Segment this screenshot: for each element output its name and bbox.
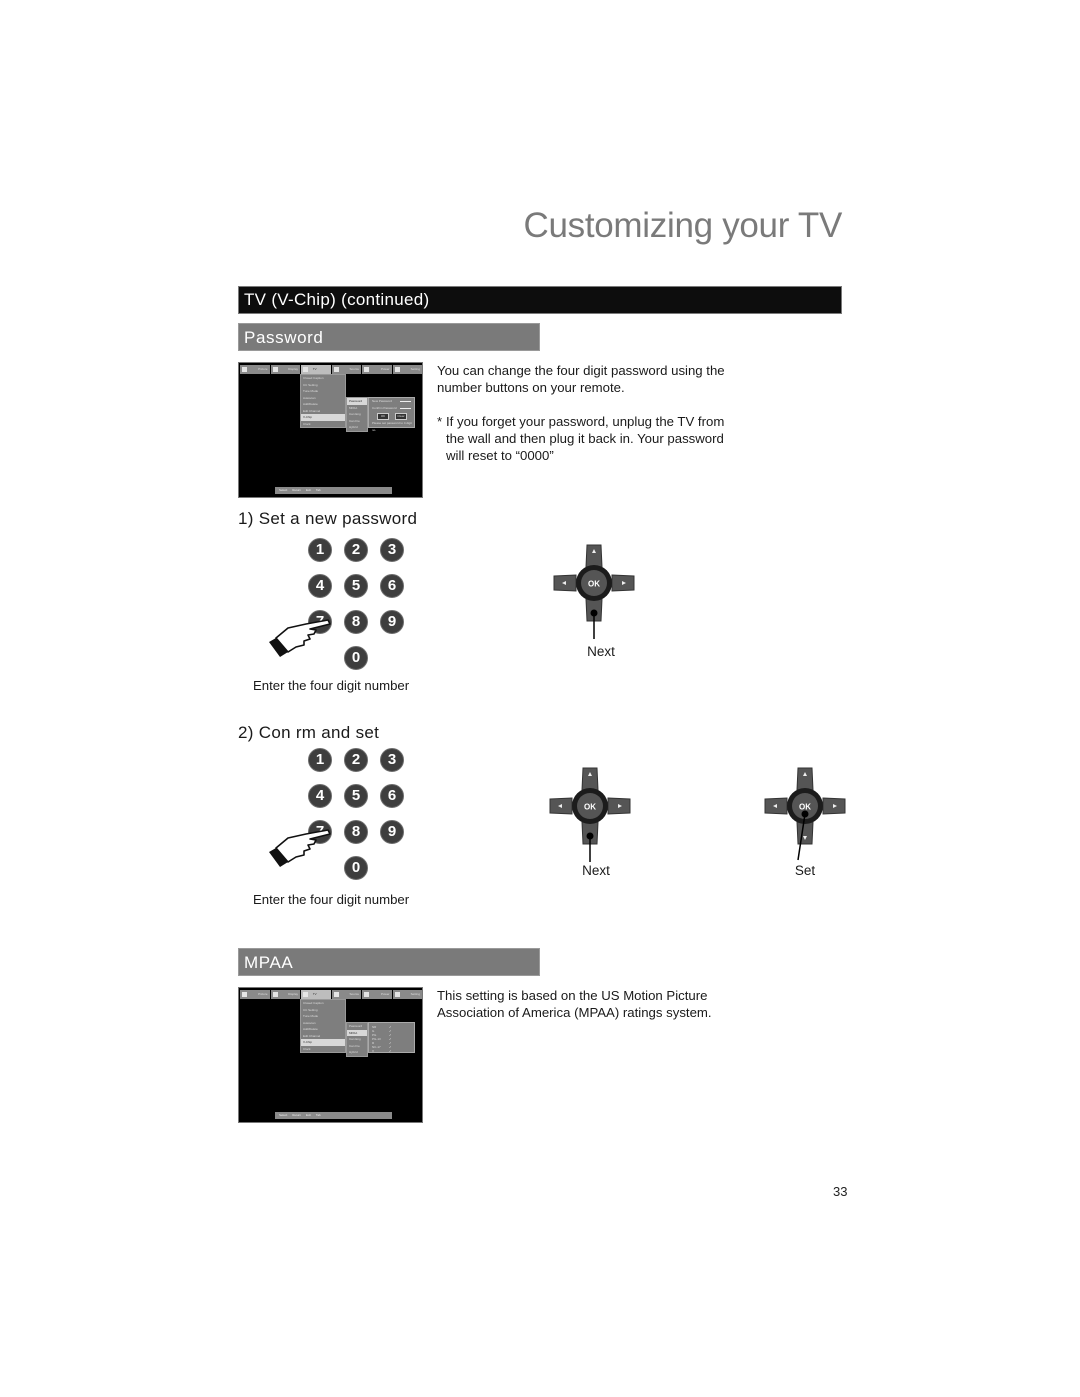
tv-tab: Power	[362, 990, 392, 999]
number-key-3: 3	[380, 538, 404, 562]
setting-icon	[394, 992, 400, 997]
step-2-title: 2) Con rm and set	[238, 723, 380, 742]
number-key-9: 9	[380, 610, 404, 634]
power-icon	[364, 992, 369, 997]
number-key-2: 2	[344, 748, 368, 772]
ok-label: OK	[588, 580, 600, 589]
confirm-password-row: Confirm Password	[369, 405, 414, 412]
page-number: 33	[833, 1184, 848, 1199]
tv-menu-tabs: Picture Display TV Source Power Setting	[240, 990, 422, 999]
number-key-9: 9	[380, 820, 404, 844]
tv-tab-active: TV	[301, 990, 331, 999]
check-icon: ✓	[389, 1049, 392, 1053]
dpad-down-button	[796, 821, 814, 845]
pointing-hand-icon	[269, 619, 331, 657]
tv-tab: Power	[362, 365, 392, 374]
tv-tab: Source	[331, 990, 361, 999]
tv-icon	[303, 992, 308, 997]
mpaa-ratings-panel: NR ✓ G ✓ PG ✓ PG-13 ✓ R ✓ NC-17 ✓ X ✓	[368, 1022, 415, 1053]
password-hint: Please set password to 4 digit no.	[372, 421, 412, 432]
new-password-row: New Password	[369, 398, 414, 405]
tv-menu-item: Clock	[303, 1046, 311, 1051]
tv-tab: Setting	[392, 365, 422, 374]
page-title: Customizing your TV	[523, 206, 843, 245]
dpad-up-button	[796, 767, 814, 791]
confirm-password-field	[400, 408, 411, 409]
step-2-next-label: Next	[582, 863, 610, 878]
tv-tab-active: TV	[301, 365, 331, 374]
new-password-field	[400, 401, 411, 402]
number-key-2: 2	[344, 538, 368, 562]
tv-menu-item: Clock	[303, 421, 311, 426]
ok-label: OK	[584, 803, 596, 812]
tv-main-menu: Closed Caption CC Setting Tune Mode Auto…	[300, 999, 346, 1053]
tv-menu-tabs: Picture Display TV Source Power Setting	[240, 365, 422, 374]
password-note: If you forget your password, unplug the …	[446, 414, 725, 463]
number-key-0: 0	[344, 646, 368, 670]
step-2-set-label: Set	[794, 863, 816, 878]
number-key-5: 5	[344, 574, 368, 598]
number-key-8: 8	[344, 610, 368, 634]
dpad-up-button	[585, 544, 603, 568]
number-key-4: 4	[308, 574, 332, 598]
dpad-step-1-next: OK	[553, 543, 635, 639]
power-icon	[364, 367, 369, 372]
ok-label: OK	[799, 803, 811, 812]
password-intro: You can change the four digit password u…	[437, 363, 725, 395]
tv-tab: Source	[331, 365, 361, 374]
source-icon	[333, 367, 339, 372]
display-icon	[272, 367, 278, 372]
step-1-title: 1) Set a new password	[238, 509, 418, 528]
rating-row: X ✓	[369, 1049, 414, 1053]
clear-button: Clear	[395, 413, 407, 420]
number-key-6: 6	[380, 574, 404, 598]
tv-tab: Display	[270, 365, 300, 374]
dpad-step-2-set: OK	[764, 766, 846, 861]
number-key-0: 0	[344, 856, 368, 880]
tv-icon	[303, 367, 308, 372]
tv-tab: Picture	[240, 990, 270, 999]
tv-submenu-item: Hybrid	[349, 1050, 358, 1054]
keypad-step-2: 1234567890	[260, 748, 404, 888]
pointing-hand-icon	[269, 829, 331, 867]
number-key-3: 3	[380, 748, 404, 772]
tv-screen-password: Picture Display TV Source Power Setting …	[238, 362, 423, 498]
picture-icon	[242, 367, 247, 372]
step-1-keypad-caption: Enter the four digit number	[253, 678, 410, 693]
mpaa-header: MPAA	[238, 948, 540, 976]
keypad-step-1: 1234567890	[260, 538, 404, 678]
tv-tab: Setting	[392, 990, 422, 999]
step-2-keypad-caption: Enter the four digit number	[253, 892, 410, 907]
tv-screen-mpaa: Picture Display TV Source Power Setting …	[238, 987, 423, 1123]
password-panel: New Password Confirm Password OK Clear P…	[368, 397, 415, 432]
rating-label: X	[372, 1049, 375, 1053]
password-header: Password	[238, 323, 540, 351]
number-key-1: 1	[308, 748, 332, 772]
number-key-4: 4	[308, 784, 332, 808]
ok-button: OK	[377, 413, 389, 420]
dpad-up-button	[581, 767, 599, 791]
tv-submenu: Password MPAA Can Eng Can Fre Hybrid	[346, 397, 368, 432]
tv-submenu: Password MPAA Can Eng Can Fre Hybrid	[346, 1022, 368, 1057]
tv-tab: Display	[270, 990, 300, 999]
number-key-1: 1	[308, 538, 332, 562]
number-key-5: 5	[344, 784, 368, 808]
number-key-8: 8	[344, 820, 368, 844]
tv-tab: Picture	[240, 365, 270, 374]
source-icon	[333, 992, 339, 997]
step-1-next-label: Next	[587, 644, 615, 659]
number-key-6: 6	[380, 784, 404, 808]
picture-icon	[242, 992, 247, 997]
tv-bottom-bar: Select Return Exit Tab	[275, 487, 392, 494]
tv-submenu-item: Hybrid	[349, 425, 358, 429]
setting-icon	[394, 367, 400, 372]
display-icon	[272, 992, 278, 997]
tv-main-menu: Closed Caption CC Setting Tune Mode Auto…	[300, 374, 346, 428]
dpad-step-2-next: OK	[549, 766, 631, 862]
note-marker: *	[437, 414, 443, 429]
mpaa-description: This setting is based on the US Motion P…	[437, 988, 712, 1020]
section-header: TV (V-Chip) (continued)	[238, 286, 842, 314]
tv-bottom-bar: Select Return Exit Tab	[275, 1112, 392, 1119]
